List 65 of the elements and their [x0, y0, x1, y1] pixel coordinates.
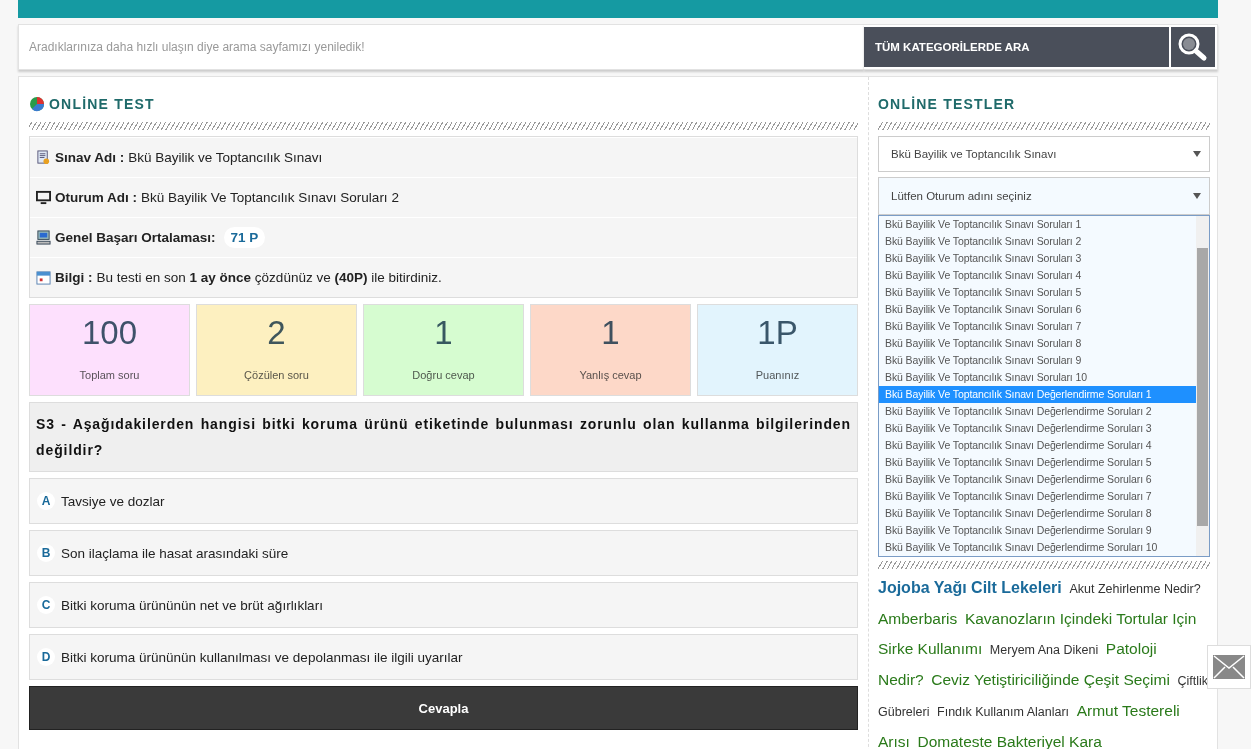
- stat-label: Çözülen soru: [244, 369, 309, 381]
- stat-value: 1: [601, 313, 620, 353]
- session-option[interactable]: Bkü Bayilik Ve Toptancılık Sınavı Değerlendirme Soruları 7: [879, 488, 1196, 505]
- exam-select[interactable]: Bkü Bayilik ve Toptancılık Sınavı: [878, 136, 1210, 172]
- option-letter: B: [37, 544, 55, 562]
- option-text: Son ilaçlama ile hasat arasındaki süre: [61, 545, 289, 561]
- answer-button[interactable]: Cevapla: [29, 686, 858, 730]
- stat-label: Yanlış cevap: [579, 369, 642, 381]
- session-option[interactable]: Bkü Bayilik Ve Toptancılık Sınavı Soruları 7: [879, 318, 1196, 335]
- caret-icon: [1193, 193, 1201, 199]
- info-label: Oturum Adı :: [55, 190, 137, 205]
- option-text: Bitki koruma ürününün kullanılması ve depolanması ile ilgili uyarılar: [61, 649, 463, 665]
- option-letter: D: [37, 648, 55, 666]
- info-value: Bkü Bayilik ve Toptancılık Sınavı: [128, 150, 323, 165]
- stat-value: 1: [434, 313, 453, 353]
- mail-button[interactable]: [1207, 645, 1251, 689]
- info-label: Bilgi :: [55, 270, 93, 285]
- session-option[interactable]: Bkü Bayilik Ve Toptancılık Sınavı Soruları 3: [879, 250, 1196, 267]
- session-option[interactable]: Bkü Bayilik Ve Toptancılık Sınavı Soruları 8: [879, 335, 1196, 352]
- stat-value: 100: [81, 313, 138, 353]
- monitor-icon: [36, 190, 51, 205]
- answer-option[interactable]: D Bitki koruma ürününün kullanılması ve depolanması ile ilgili uyarılar: [29, 634, 858, 680]
- session-option[interactable]: Bkü Bayilik Ve Toptancılık Sınavı Soruları 2: [879, 233, 1196, 250]
- question-text: S3 - Aşağıdakilerden hangisi bitki koruma ürünü etiketinde bulunması zorunlu olan kullanma bilgilerinden değildir?: [29, 402, 858, 472]
- section-title: ONLİNE TEST: [49, 96, 155, 112]
- session-option[interactable]: Bkü Bayilik Ve Toptancılık Sınavı Değerlendirme Soruları 9: [879, 522, 1196, 539]
- score-badge: 71 P: [223, 227, 266, 248]
- stat-value: 1P: [757, 313, 798, 353]
- info-value: Bkü Bayilik Ve Toptancılık Sınavı Soruları 2: [141, 190, 399, 205]
- option-text: Bitki koruma ürününün net ve brüt ağırlıkları: [61, 597, 323, 613]
- session-option[interactable]: Bkü Bayilik Ve Toptancılık Sınavı Soruları 4: [879, 267, 1196, 284]
- session-option[interactable]: Bkü Bayilik Ve Toptancılık Sınavı Değerlendirme Soruları 5: [879, 454, 1196, 471]
- caret-icon: [1193, 151, 1201, 157]
- session-select[interactable]: Lütfen Oturum adını seçiniz: [878, 177, 1210, 215]
- mail-icon: [1213, 655, 1245, 679]
- info-label: Genel Başarı Ortalaması:: [55, 230, 216, 245]
- session-option[interactable]: Bkü Bayilik Ve Toptancılık Sınavı Değerlendirme Soruları 8: [879, 505, 1196, 522]
- session-option[interactable]: Bkü Bayilik Ve Toptancılık Sınavı Değerlendirme Soruları 10: [879, 539, 1196, 556]
- session-option[interactable]: Bkü Bayilik Ve Toptancılık Sınavı Değerlendirme Soruları 3: [879, 420, 1196, 437]
- scrollbar[interactable]: [1196, 216, 1209, 556]
- option-letter: A: [37, 492, 55, 510]
- option-text: Tavsiye ve dozlar: [61, 493, 165, 509]
- section-title: ONLİNE TESTLER: [878, 96, 1016, 112]
- answer-option[interactable]: A Tavsiye ve dozlar: [29, 478, 858, 524]
- info-value: Bu testi en son 1 ay önce çözdünüz ve (40P) ile bitirdiniz.: [96, 270, 442, 285]
- stat-label: Puanınız: [755, 369, 800, 381]
- stat-value: 2: [267, 313, 286, 353]
- session-option[interactable]: Bkü Bayilik Ve Toptancılık Sınavı Soruları 9: [879, 352, 1196, 369]
- session-option[interactable]: Bkü Bayilik Ve Toptancılık Sınavı Soruları 6: [879, 301, 1196, 318]
- session-option[interactable]: Bkü Bayilik Ve Toptancılık Sınavı Soruları 1: [879, 216, 1196, 233]
- info-label: Sınav Adı :: [55, 150, 125, 165]
- stat-label: Toplam soru: [79, 369, 140, 381]
- computer-icon: [36, 230, 51, 245]
- session-option[interactable]: Bkü Bayilik Ve Toptancılık Sınavı Değerlendirme Soruları 2: [879, 403, 1196, 420]
- session-option[interactable]: Bkü Bayilik Ve Toptancılık Sınavı Soruları 10: [879, 369, 1196, 386]
- answer-option[interactable]: B Son ilaçlama ile hasat arasındaki süre: [29, 530, 858, 576]
- option-letter: C: [37, 596, 55, 614]
- pie-chart-icon: [29, 96, 45, 112]
- session-option[interactable]: Bkü Bayilik Ve Toptancılık Sınavı Soruları 5: [879, 284, 1196, 301]
- session-option[interactable]: Bkü Bayilik Ve Toptancılık Sınavı Değerlendirme Soruları 6: [879, 471, 1196, 488]
- calendar-icon: [36, 270, 51, 285]
- session-option[interactable]: Bkü Bayilik Ve Toptancılık Sınavı Değerlendirme Soruları 4: [879, 437, 1196, 454]
- stat-label: Doğru cevap: [412, 369, 475, 381]
- answer-option[interactable]: C Bitki koruma ürününün net ve brüt ağırlıkları: [29, 582, 858, 628]
- document-icon: [36, 150, 51, 165]
